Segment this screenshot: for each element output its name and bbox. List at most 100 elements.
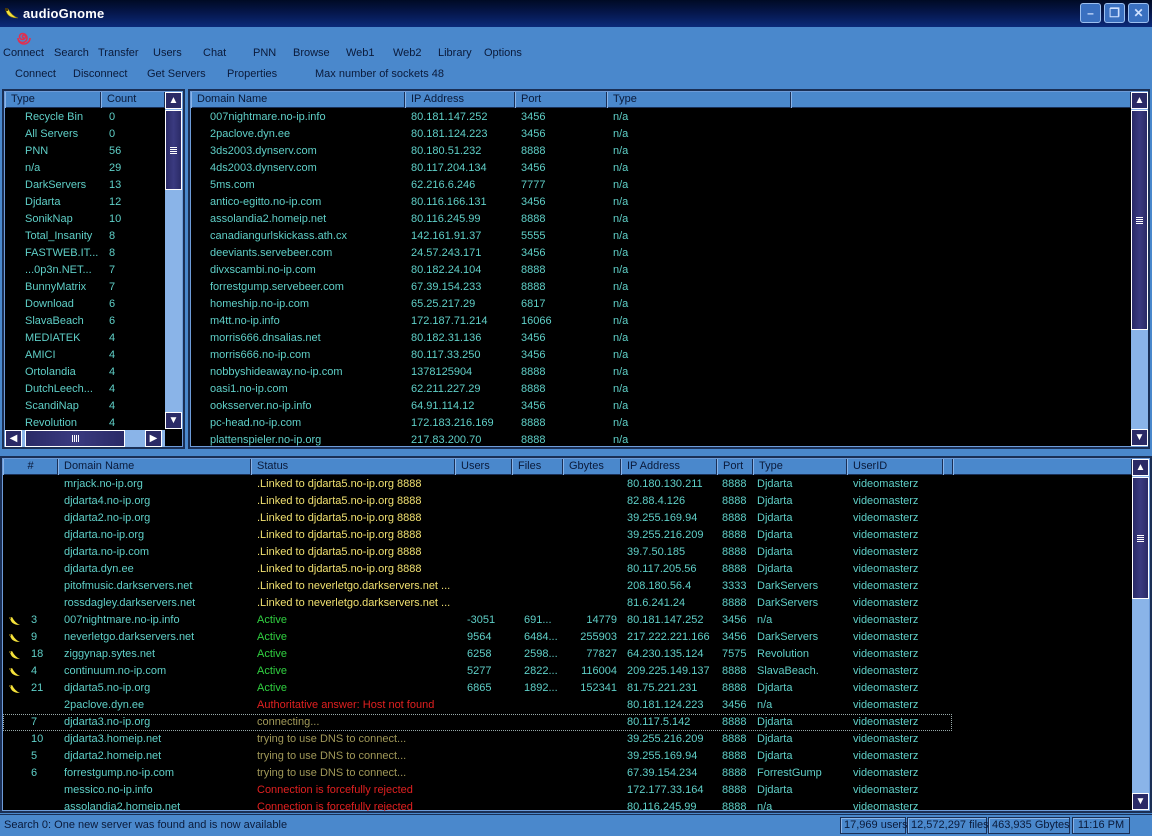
column-header-port[interactable]: Port xyxy=(515,92,607,108)
menu-users[interactable]: Users xyxy=(153,47,182,59)
connection-row[interactable]: mrjack.no-ip.org .Linked to djdarta5.no-i… xyxy=(3,476,952,493)
menu-browse[interactable]: Browse xyxy=(293,47,330,59)
connection-row[interactable]: 5 djdarta2.homeip.net trying to use DNS to… xyxy=(3,748,952,765)
connection-row[interactable]: djdarta.dyn.ee .Linked to djdarta5.no-ip.… xyxy=(3,561,952,578)
server-row[interactable]: 007nightmare.no-ip.info 80.181.147.252 345… xyxy=(191,109,707,126)
scroll-up-button[interactable]: ▲ xyxy=(165,92,182,109)
type-list-item[interactable]: Total_Insanity 8 xyxy=(5,228,161,245)
menu-library[interactable]: Library xyxy=(438,47,472,59)
server-row[interactable]: plattenspieler.no-ip.org 217.83.200.70 888… xyxy=(191,432,707,447)
server-row[interactable]: deeviants.servebeer.com 24.57.243.171 3456… xyxy=(191,245,707,262)
column-header-type[interactable]: Type xyxy=(753,459,847,475)
menu-options[interactable]: Options xyxy=(484,47,522,59)
server-row[interactable]: antico-egitto.no-ip.com 80.116.166.131 345… xyxy=(191,194,707,211)
column-header-gbytes[interactable]: Gbytes xyxy=(563,459,621,475)
column-header-status[interactable]: Status xyxy=(251,459,455,475)
server-row[interactable]: 2paclove.dyn.ee 80.181.124.223 3456 n/a xyxy=(191,126,707,143)
menu-web1[interactable]: Web1 xyxy=(346,47,375,59)
connection-row[interactable]: rossdagley.darkservers.net .Linked to nev… xyxy=(3,595,952,612)
connection-row[interactable]: djdarta.no-ip.org .Linked to djdarta5.no-… xyxy=(3,527,952,544)
menu-pnn[interactable]: PNN xyxy=(253,47,276,59)
type-list-item[interactable]: All Servers 0 xyxy=(5,126,161,143)
column-header-port[interactable]: Port xyxy=(717,459,753,475)
type-list-item[interactable]: ...0p3n.NET... 7 xyxy=(5,262,161,279)
connection-row[interactable]: 2paclove.dyn.ee Authoritative answer: Hos… xyxy=(3,697,952,714)
close-button[interactable]: ✕ xyxy=(1128,3,1149,23)
type-list-item[interactable]: FASTWEB.IT... 8 xyxy=(5,245,161,262)
column-header-domain[interactable]: Domain Name xyxy=(191,92,405,108)
connection-row[interactable]: 4 continuum.no-ip.com Active 5277 2822... 116… xyxy=(3,663,952,680)
connection-row[interactable]: messico.no-ip.info Connection is forceful… xyxy=(3,782,952,799)
server-row[interactable]: morris666.dnsalias.net 80.182.31.136 3456 n… xyxy=(191,330,707,347)
scroll-thumb[interactable] xyxy=(1131,110,1148,330)
type-list-vscroll[interactable]: ▲ ▼ xyxy=(165,92,182,429)
server-row[interactable]: forrestgump.servebeer.com 67.39.154.233 88… xyxy=(191,279,707,296)
type-list-item[interactable]: DarkServers 13 xyxy=(5,177,161,194)
connection-row[interactable]: 6 forrestgump.no-ip.com trying to use DNS … xyxy=(3,765,952,782)
type-list-item[interactable]: BunnyMatrix 7 xyxy=(5,279,161,296)
get-servers-button[interactable]: Get Servers xyxy=(147,68,206,80)
menu-web2[interactable]: Web2 xyxy=(393,47,422,59)
type-list-hscroll[interactable]: ◀ ▶ xyxy=(5,430,165,447)
scroll-up-button[interactable]: ▲ xyxy=(1132,459,1149,476)
server-row[interactable]: assolandia2.homeip.net 80.116.245.99 8888 n… xyxy=(191,211,707,228)
menu-connect[interactable]: Connect xyxy=(3,47,44,59)
scroll-down-button[interactable]: ▼ xyxy=(1132,793,1149,810)
server-row[interactable]: nobbyshideaway.no-ip.com 1378125904 8888 n/… xyxy=(191,364,707,381)
column-header-type[interactable]: Type xyxy=(5,92,101,108)
disconnect-button[interactable]: Disconnect xyxy=(73,68,127,80)
connection-row[interactable]: pitofmusic.darkservers.net .Linked to nev… xyxy=(3,578,952,595)
connection-row[interactable]: assolandia2.homeip.net Connection is forc… xyxy=(3,799,952,811)
scroll-right-button[interactable]: ▶ xyxy=(145,430,162,447)
server-row[interactable]: pc-head.no-ip.com 172.183.216.169 8888 n/a xyxy=(191,415,707,432)
scroll-thumb[interactable] xyxy=(165,110,182,190)
server-row[interactable]: canadiangurlskickass.ath.cx 142.161.91.37… xyxy=(191,228,707,245)
column-header-userid[interactable]: UserID xyxy=(847,459,943,475)
minimize-button[interactable]: – xyxy=(1080,3,1101,23)
server-row[interactable]: 5ms.com 62.216.6.246 7777 n/a xyxy=(191,177,707,194)
type-list-item[interactable]: n/a 29 xyxy=(5,160,161,177)
column-header-users[interactable]: Users xyxy=(455,459,512,475)
connection-row[interactable]: djdarta2.no-ip.org .Linked to djdarta5.no… xyxy=(3,510,952,527)
column-header-domain[interactable]: Domain Name xyxy=(58,459,251,475)
hscroll-thumb[interactable] xyxy=(25,430,125,447)
type-list-item[interactable]: AMICI 4 xyxy=(5,347,161,364)
scroll-down-button[interactable]: ▼ xyxy=(1131,429,1148,446)
server-row[interactable]: m4tt.no-ip.info 172.187.71.214 16066 n/a xyxy=(191,313,707,330)
type-list-item[interactable]: Download 6 xyxy=(5,296,161,313)
column-header-type[interactable]: Type xyxy=(607,92,791,108)
connection-row[interactable]: djdarta.no-ip.com .Linked to djdarta5.no-… xyxy=(3,544,952,561)
connection-row[interactable]: 3 007nightmare.no-ip.info Active -3051 691..… xyxy=(3,612,952,629)
spiral-icon[interactable] xyxy=(15,30,33,46)
properties-button[interactable]: Properties xyxy=(227,68,277,80)
connection-row[interactable]: 7 djdarta3.no-ip.org connecting... 80.117.5… xyxy=(3,714,952,731)
connection-row[interactable]: 10 djdarta3.homeip.net trying to use DNS t… xyxy=(3,731,952,748)
server-row[interactable]: morris666.no-ip.com 80.117.33.250 3456 n/a xyxy=(191,347,707,364)
type-list-item[interactable]: SlavaBeach 6 xyxy=(5,313,161,330)
type-list-item[interactable]: PNN 56 xyxy=(5,143,161,160)
server-list-vscroll[interactable]: ▲ ▼ xyxy=(1131,92,1148,446)
connect-button[interactable]: Connect xyxy=(15,68,56,80)
type-list-item[interactable]: MEDIATEK 4 xyxy=(5,330,161,347)
server-row[interactable]: oasi1.no-ip.com 62.211.227.29 8888 n/a xyxy=(191,381,707,398)
server-row[interactable]: 4ds2003.dynserv.com 80.117.204.134 3456 n/a xyxy=(191,160,707,177)
menu-transfer[interactable]: Transfer xyxy=(98,47,139,59)
scroll-down-button[interactable]: ▼ xyxy=(165,412,182,429)
connections-vscroll[interactable]: ▲ ▼ xyxy=(1132,459,1149,810)
server-row[interactable]: ooksserver.no-ip.info 64.91.114.12 3456 n/a xyxy=(191,398,707,415)
server-row[interactable]: divxscambi.no-ip.com 80.182.24.104 8888 n/a xyxy=(191,262,707,279)
connection-row[interactable]: 21 djdarta5.no-ip.org Active 6865 1892... 152… xyxy=(3,680,952,697)
scroll-thumb[interactable] xyxy=(1132,477,1149,599)
menu-search[interactable]: Search xyxy=(54,47,89,59)
menu-chat[interactable]: Chat xyxy=(203,47,226,59)
type-list-item[interactable]: SonikNap 10 xyxy=(5,211,161,228)
connection-row[interactable]: 9 neverletgo.darkservers.net Active 9564 648… xyxy=(3,629,952,646)
type-list-item[interactable]: ScandiNap 4 xyxy=(5,398,161,415)
type-list-item[interactable]: DutchLeech... 4 xyxy=(5,381,161,398)
scroll-left-button[interactable]: ◀ xyxy=(5,430,22,447)
type-list-item[interactable]: Recycle Bin 0 xyxy=(5,109,161,126)
connection-row[interactable]: 18 ziggynap.sytes.net Active 6258 2598... 778… xyxy=(3,646,952,663)
column-header-ip[interactable]: IP Address xyxy=(621,459,717,475)
column-header-number[interactable]: # xyxy=(3,459,58,475)
type-list-item[interactable]: Ortolandia 4 xyxy=(5,364,161,381)
